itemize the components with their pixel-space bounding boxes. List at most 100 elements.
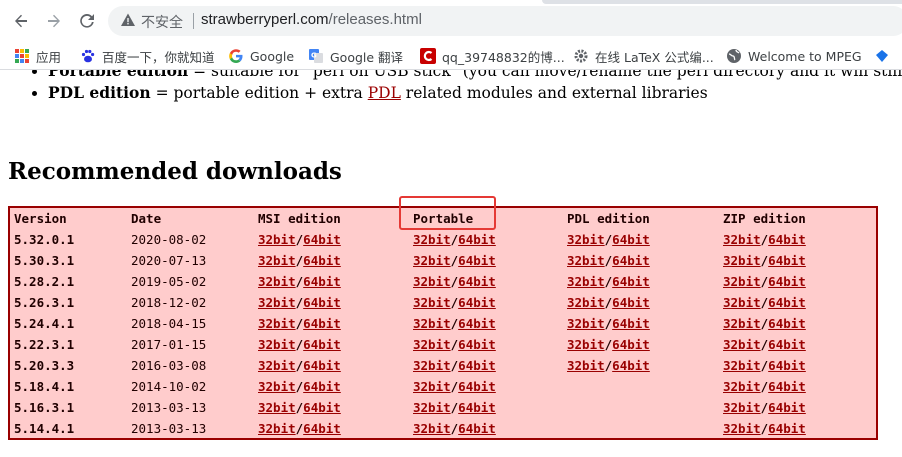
zip-64bit-link[interactable]: 64bit <box>768 274 806 289</box>
portable-64bit-link[interactable]: 64bit <box>458 337 496 352</box>
portable-32bit-link[interactable]: 32bit <box>413 421 451 436</box>
zip-download-cell: 32bit/64bit <box>723 358 806 373</box>
zip-32bit-link[interactable]: 32bit <box>723 274 761 289</box>
msi-64bit-link[interactable]: 64bit <box>303 316 341 331</box>
portable-64bit-link[interactable]: 64bit <box>458 316 496 331</box>
zip-64bit-link[interactable]: 64bit <box>768 232 806 247</box>
zip-64bit-link[interactable]: 64bit <box>768 400 806 415</box>
msi-64bit-link[interactable]: 64bit <box>303 358 341 373</box>
date-cell: 2016-03-08 <box>131 358 207 373</box>
bookmark-google-translate[interactable]: G Google 翻译 <box>308 46 403 66</box>
pdl-64bit-link[interactable]: 64bit <box>612 295 650 310</box>
bookmark-google[interactable]: Google <box>228 46 294 66</box>
msi-32bit-link[interactable]: 32bit <box>258 274 296 289</box>
zip-64bit-link[interactable]: 64bit <box>768 253 806 268</box>
portable-download-cell: 32bit/64bit <box>413 274 496 289</box>
version-cell: 5.32.0.1 <box>14 232 75 247</box>
address-bar[interactable]: 不安全 strawberryperl.com/releases.html <box>108 6 902 36</box>
warning-icon[interactable] <box>120 12 136 28</box>
portable-64bit-link[interactable]: 64bit <box>458 253 496 268</box>
pdl-32bit-link[interactable]: 32bit <box>567 274 605 289</box>
msi-32bit-link[interactable]: 32bit <box>258 421 296 436</box>
forward-button[interactable] <box>43 10 65 32</box>
msi-64bit-link[interactable]: 64bit <box>303 379 341 394</box>
reload-button[interactable] <box>76 10 98 32</box>
msi-64bit-link[interactable]: 64bit <box>303 274 341 289</box>
zip-32bit-link[interactable]: 32bit <box>723 400 761 415</box>
portable-32bit-link[interactable]: 32bit <box>413 253 451 268</box>
msi-32bit-link[interactable]: 32bit <box>258 232 296 247</box>
portable-64bit-link[interactable]: 64bit <box>458 232 496 247</box>
portable-32bit-link[interactable]: 32bit <box>413 295 451 310</box>
msi-32bit-link[interactable]: 32bit <box>258 295 296 310</box>
bookmark-overflow[interactable] <box>874 46 896 66</box>
pdl-64bit-link[interactable]: 64bit <box>612 316 650 331</box>
msi-32bit-link[interactable]: 32bit <box>258 316 296 331</box>
portable-64bit-link[interactable]: 64bit <box>458 400 496 415</box>
zip-32bit-link[interactable]: 32bit <box>723 358 761 373</box>
pdl-32bit-link[interactable]: 32bit <box>567 253 605 268</box>
date-cell: 2014-10-02 <box>131 379 207 394</box>
portable-32bit-link[interactable]: 32bit <box>413 232 451 247</box>
pdl-64bit-link[interactable]: 64bit <box>612 274 650 289</box>
bookmark-latex-editor[interactable]: 在线 LaTeX 公式编... <box>573 46 714 66</box>
bookmark-label: 应用 <box>36 49 62 65</box>
msi-32bit-link[interactable]: 32bit <box>258 337 296 352</box>
msi-32bit-link[interactable]: 32bit <box>258 400 296 415</box>
portable-64bit-link[interactable]: 64bit <box>458 379 496 394</box>
portable-32bit-link[interactable]: 32bit <box>413 400 451 415</box>
bookmark-apps[interactable]: 应用 <box>14 46 61 66</box>
zip-64bit-link[interactable]: 64bit <box>768 337 806 352</box>
pdl-32bit-link[interactable]: 32bit <box>567 232 605 247</box>
msi-64bit-link[interactable]: 64bit <box>303 253 341 268</box>
msi-32bit-link[interactable]: 32bit <box>258 358 296 373</box>
pdl-32bit-link[interactable]: 32bit <box>567 295 605 310</box>
zip-32bit-link[interactable]: 32bit <box>723 316 761 331</box>
zip-64bit-link[interactable]: 64bit <box>768 295 806 310</box>
zip-64bit-link[interactable]: 64bit <box>768 379 806 394</box>
portable-32bit-link[interactable]: 32bit <box>413 274 451 289</box>
pdl-32bit-link[interactable]: 32bit <box>567 337 605 352</box>
table-row: 5.16.3.1 2013-03-13 32bit/64bit 32bit/64bit… <box>10 397 876 418</box>
portable-64bit-link[interactable]: 64bit <box>458 274 496 289</box>
zip-32bit-link[interactable]: 32bit <box>723 295 761 310</box>
zip-64bit-link[interactable]: 64bit <box>768 421 806 436</box>
security-status[interactable]: 不安全 <box>141 12 183 32</box>
portable-32bit-link[interactable]: 32bit <box>413 379 451 394</box>
pdl-64bit-link[interactable]: 64bit <box>612 232 650 247</box>
pdl-link[interactable]: PDL <box>368 84 401 102</box>
bookmark-baidu[interactable]: 百度一下，你就知道 <box>80 46 215 66</box>
zip-32bit-link[interactable]: 32bit <box>723 379 761 394</box>
zip-64bit-link[interactable]: 64bit <box>768 316 806 331</box>
portable-32bit-link[interactable]: 32bit <box>413 337 451 352</box>
pdl-64bit-link[interactable]: 64bit <box>612 358 650 373</box>
zip-32bit-link[interactable]: 32bit <box>723 337 761 352</box>
msi-64bit-link[interactable]: 64bit <box>303 295 341 310</box>
zip-64bit-link[interactable]: 64bit <box>768 358 806 373</box>
arrow-right-icon <box>48 14 60 28</box>
date-cell: 2020-07-13 <box>131 253 207 268</box>
pdl-32bit-link[interactable]: 32bit <box>567 358 605 373</box>
bookmark-csdn[interactable]: qq_39748832的博... <box>420 46 565 66</box>
zip-32bit-link[interactable]: 32bit <box>723 421 761 436</box>
back-button[interactable] <box>10 10 32 32</box>
msi-64bit-link[interactable]: 64bit <box>303 232 341 247</box>
zip-32bit-link[interactable]: 32bit <box>723 253 761 268</box>
msi-32bit-link[interactable]: 32bit <box>258 253 296 268</box>
msi-64bit-link[interactable]: 64bit <box>303 337 341 352</box>
msi-64bit-link[interactable]: 64bit <box>303 421 341 436</box>
portable-64bit-link[interactable]: 64bit <box>458 421 496 436</box>
bookmark-mpeg[interactable]: Welcome to MPEG <box>726 46 862 66</box>
portable-download-cell: 32bit/64bit <box>413 232 496 247</box>
pdl-32bit-link[interactable]: 32bit <box>567 316 605 331</box>
pdl-64bit-link[interactable]: 64bit <box>612 253 650 268</box>
portable-64bit-link[interactable]: 64bit <box>458 295 496 310</box>
url-text[interactable]: strawberryperl.com/releases.html <box>201 11 422 28</box>
zip-32bit-link[interactable]: 32bit <box>723 232 761 247</box>
portable-32bit-link[interactable]: 32bit <box>413 316 451 331</box>
pdl-64bit-link[interactable]: 64bit <box>612 337 650 352</box>
msi-64bit-link[interactable]: 64bit <box>303 400 341 415</box>
portable-32bit-link[interactable]: 32bit <box>413 358 451 373</box>
msi-32bit-link[interactable]: 32bit <box>258 379 296 394</box>
portable-64bit-link[interactable]: 64bit <box>458 358 496 373</box>
